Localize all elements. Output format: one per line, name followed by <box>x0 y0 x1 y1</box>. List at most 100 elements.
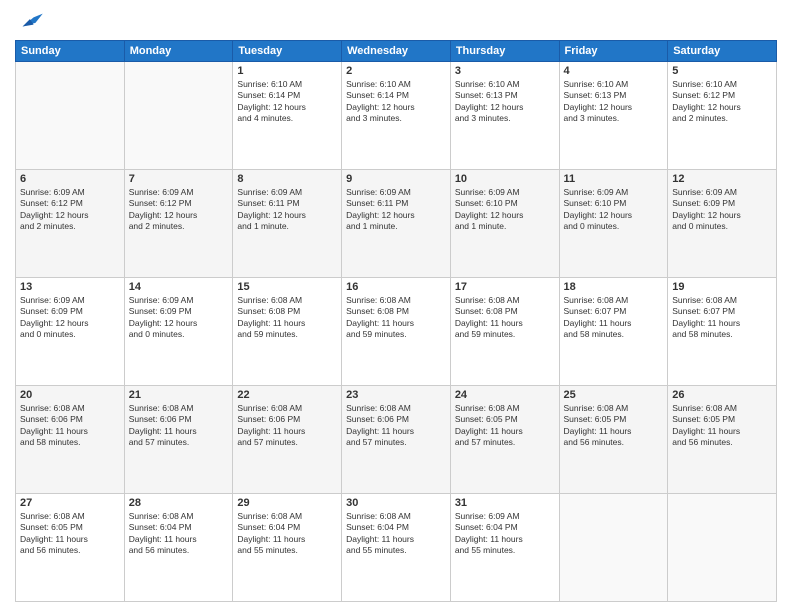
calendar-cell <box>668 494 777 602</box>
weekday-header-tuesday: Tuesday <box>233 41 342 62</box>
day-number: 8 <box>237 173 337 185</box>
calendar-week-1: 1 Sunrise: 6:10 AM Sunset: 6:14 PM Daylig… <box>16 62 777 170</box>
calendar-cell: 25 Sunrise: 6:08 AM Sunset: 6:05 PM Dayli… <box>559 386 668 494</box>
day-info: Sunrise: 6:10 AM Sunset: 6:14 PM Dayligh… <box>237 79 337 125</box>
day-number: 14 <box>129 281 229 293</box>
day-number: 29 <box>237 497 337 509</box>
day-number: 10 <box>455 173 555 185</box>
day-info: Sunrise: 6:08 AM Sunset: 6:07 PM Dayligh… <box>672 295 772 341</box>
calendar-cell: 5 Sunrise: 6:10 AM Sunset: 6:12 PM Daylig… <box>668 62 777 170</box>
day-number: 5 <box>672 65 772 77</box>
calendar-cell: 14 Sunrise: 6:09 AM Sunset: 6:09 PM Dayli… <box>124 278 233 386</box>
calendar-body: 1 Sunrise: 6:10 AM Sunset: 6:14 PM Daylig… <box>16 62 777 602</box>
calendar-cell: 24 Sunrise: 6:08 AM Sunset: 6:05 PM Dayli… <box>450 386 559 494</box>
logo <box>15 10 47 32</box>
calendar-cell: 23 Sunrise: 6:08 AM Sunset: 6:06 PM Dayli… <box>342 386 451 494</box>
calendar-week-3: 13 Sunrise: 6:09 AM Sunset: 6:09 PM Dayli… <box>16 278 777 386</box>
header <box>15 10 777 32</box>
calendar-cell: 2 Sunrise: 6:10 AM Sunset: 6:14 PM Daylig… <box>342 62 451 170</box>
day-info: Sunrise: 6:09 AM Sunset: 6:09 PM Dayligh… <box>20 295 120 341</box>
day-number: 1 <box>237 65 337 77</box>
day-number: 2 <box>346 65 446 77</box>
day-number: 24 <box>455 389 555 401</box>
day-number: 4 <box>564 65 664 77</box>
calendar-cell: 3 Sunrise: 6:10 AM Sunset: 6:13 PM Daylig… <box>450 62 559 170</box>
day-info: Sunrise: 6:09 AM Sunset: 6:04 PM Dayligh… <box>455 511 555 557</box>
day-info: Sunrise: 6:10 AM Sunset: 6:13 PM Dayligh… <box>455 79 555 125</box>
day-number: 12 <box>672 173 772 185</box>
day-info: Sunrise: 6:08 AM Sunset: 6:08 PM Dayligh… <box>346 295 446 341</box>
calendar-week-4: 20 Sunrise: 6:08 AM Sunset: 6:06 PM Dayli… <box>16 386 777 494</box>
day-info: Sunrise: 6:09 AM Sunset: 6:11 PM Dayligh… <box>237 187 337 233</box>
day-number: 26 <box>672 389 772 401</box>
weekday-header-row: SundayMondayTuesdayWednesdayThursdayFrid… <box>16 41 777 62</box>
day-number: 17 <box>455 281 555 293</box>
calendar-cell: 1 Sunrise: 6:10 AM Sunset: 6:14 PM Daylig… <box>233 62 342 170</box>
day-info: Sunrise: 6:08 AM Sunset: 6:05 PM Dayligh… <box>455 403 555 449</box>
calendar-cell: 28Sunrise: 6:08 AM Sunset: 6:04 PM Dayli… <box>124 494 233 602</box>
calendar-cell: 29 Sunrise: 6:08 AM Sunset: 6:04 PM Dayli… <box>233 494 342 602</box>
calendar-cell: 7Sunrise: 6:09 AM Sunset: 6:12 PM Daylig… <box>124 170 233 278</box>
day-number: 20 <box>20 389 120 401</box>
day-info: Sunrise: 6:08 AM Sunset: 6:04 PM Dayligh… <box>237 511 337 557</box>
day-number: 19 <box>672 281 772 293</box>
weekday-header-sunday: Sunday <box>16 41 125 62</box>
day-info: Sunrise: 6:08 AM Sunset: 6:04 PM Dayligh… <box>129 511 229 557</box>
day-info: Sunrise: 6:09 AM Sunset: 6:09 PM Dayligh… <box>129 295 229 341</box>
calendar-week-2: 6Sunrise: 6:09 AM Sunset: 6:12 PM Daylig… <box>16 170 777 278</box>
day-number: 31 <box>455 497 555 509</box>
day-number: 15 <box>237 281 337 293</box>
day-info: Sunrise: 6:09 AM Sunset: 6:11 PM Dayligh… <box>346 187 446 233</box>
day-info: Sunrise: 6:10 AM Sunset: 6:13 PM Dayligh… <box>564 79 664 125</box>
page: SundayMondayTuesdayWednesdayThursdayFrid… <box>0 0 792 612</box>
calendar-cell: 8 Sunrise: 6:09 AM Sunset: 6:11 PM Daylig… <box>233 170 342 278</box>
day-number: 23 <box>346 389 446 401</box>
calendar-header: SundayMondayTuesdayWednesdayThursdayFrid… <box>16 41 777 62</box>
calendar-cell: 13 Sunrise: 6:09 AM Sunset: 6:09 PM Dayli… <box>16 278 125 386</box>
day-info: Sunrise: 6:08 AM Sunset: 6:05 PM Dayligh… <box>20 511 120 557</box>
weekday-header-friday: Friday <box>559 41 668 62</box>
day-info: Sunrise: 6:09 AM Sunset: 6:09 PM Dayligh… <box>672 187 772 233</box>
day-number: 27 <box>20 497 120 509</box>
day-info: Sunrise: 6:08 AM Sunset: 6:08 PM Dayligh… <box>455 295 555 341</box>
calendar-cell: 16Sunrise: 6:08 AM Sunset: 6:08 PM Dayli… <box>342 278 451 386</box>
calendar-cell <box>16 62 125 170</box>
weekday-header-monday: Monday <box>124 41 233 62</box>
calendar-week-5: 27 Sunrise: 6:08 AM Sunset: 6:05 PM Dayli… <box>16 494 777 602</box>
day-number: 25 <box>564 389 664 401</box>
calendar-cell: 11Sunrise: 6:09 AM Sunset: 6:10 PM Dayli… <box>559 170 668 278</box>
day-info: Sunrise: 6:09 AM Sunset: 6:10 PM Dayligh… <box>564 187 664 233</box>
calendar-cell: 26 Sunrise: 6:08 AM Sunset: 6:05 PM Dayli… <box>668 386 777 494</box>
calendar-cell: 31 Sunrise: 6:09 AM Sunset: 6:04 PM Dayli… <box>450 494 559 602</box>
day-info: Sunrise: 6:08 AM Sunset: 6:06 PM Dayligh… <box>129 403 229 449</box>
day-info: Sunrise: 6:08 AM Sunset: 6:05 PM Dayligh… <box>672 403 772 449</box>
calendar-cell: 18 Sunrise: 6:08 AM Sunset: 6:07 PM Dayli… <box>559 278 668 386</box>
calendar-cell: 9Sunrise: 6:09 AM Sunset: 6:11 PM Daylig… <box>342 170 451 278</box>
weekday-header-saturday: Saturday <box>668 41 777 62</box>
calendar-cell: 6Sunrise: 6:09 AM Sunset: 6:12 PM Daylig… <box>16 170 125 278</box>
day-info: Sunrise: 6:10 AM Sunset: 6:12 PM Dayligh… <box>672 79 772 125</box>
day-number: 3 <box>455 65 555 77</box>
calendar-cell: 19 Sunrise: 6:08 AM Sunset: 6:07 PM Dayli… <box>668 278 777 386</box>
day-info: Sunrise: 6:08 AM Sunset: 6:07 PM Dayligh… <box>564 295 664 341</box>
calendar-cell: 17 Sunrise: 6:08 AM Sunset: 6:08 PM Dayli… <box>450 278 559 386</box>
calendar-table: SundayMondayTuesdayWednesdayThursdayFrid… <box>15 40 777 602</box>
day-info: Sunrise: 6:08 AM Sunset: 6:06 PM Dayligh… <box>346 403 446 449</box>
calendar-cell: 21Sunrise: 6:08 AM Sunset: 6:06 PM Dayli… <box>124 386 233 494</box>
calendar-cell: 20 Sunrise: 6:08 AM Sunset: 6:06 PM Dayli… <box>16 386 125 494</box>
calendar-cell: 15Sunrise: 6:08 AM Sunset: 6:08 PM Dayli… <box>233 278 342 386</box>
calendar-cell: 30Sunrise: 6:08 AM Sunset: 6:04 PM Dayli… <box>342 494 451 602</box>
day-number: 7 <box>129 173 229 185</box>
day-info: Sunrise: 6:10 AM Sunset: 6:14 PM Dayligh… <box>346 79 446 125</box>
logo-icon <box>15 10 43 32</box>
calendar-cell <box>559 494 668 602</box>
calendar-cell <box>124 62 233 170</box>
day-info: Sunrise: 6:09 AM Sunset: 6:10 PM Dayligh… <box>455 187 555 233</box>
day-info: Sunrise: 6:08 AM Sunset: 6:05 PM Dayligh… <box>564 403 664 449</box>
day-number: 13 <box>20 281 120 293</box>
calendar-cell: 12 Sunrise: 6:09 AM Sunset: 6:09 PM Dayli… <box>668 170 777 278</box>
day-number: 18 <box>564 281 664 293</box>
day-info: Sunrise: 6:08 AM Sunset: 6:06 PM Dayligh… <box>20 403 120 449</box>
calendar-cell: 27 Sunrise: 6:08 AM Sunset: 6:05 PM Dayli… <box>16 494 125 602</box>
day-number: 22 <box>237 389 337 401</box>
